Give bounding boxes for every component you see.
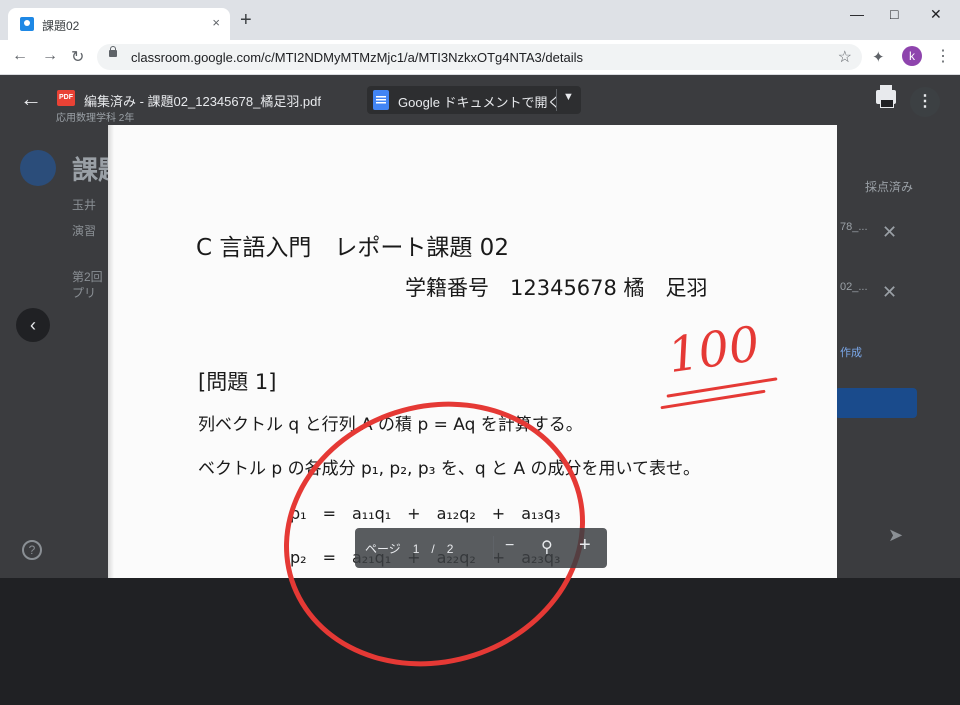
assignment-description-2: プリ: [72, 286, 97, 300]
reload-icon[interactable]: ↻: [71, 47, 84, 67]
tab-title: 課題02: [42, 19, 80, 33]
back-icon[interactable]: ←: [12, 47, 28, 65]
browser-menu-icon[interactable]: ⋮: [935, 46, 951, 66]
zoom-icon[interactable]: ⚲: [541, 537, 553, 557]
submit-button-dimmed: [835, 388, 917, 418]
page-indicator: ページ 1 / 2: [365, 542, 454, 556]
help-icon[interactable]: ?: [22, 540, 42, 560]
browser-toolbar: ← → ↻ classroom.google.com/c/MTI2NDMyMTM…: [0, 40, 960, 75]
attachment-name-2: 02_...: [840, 281, 868, 293]
previous-file-button[interactable]: ‹: [16, 308, 50, 342]
divider: [493, 536, 494, 560]
zoom-out-button[interactable]: −: [505, 537, 514, 555]
divider: [556, 89, 557, 111]
google-docs-icon: [373, 90, 389, 110]
extensions-puzzle-icon[interactable]: ✦: [872, 48, 885, 66]
chevron-down-icon[interactable]: ▼: [563, 91, 574, 103]
lock-icon: [109, 46, 117, 57]
open-with-label: Google ドキュメントで開く: [398, 95, 561, 110]
close-tab-icon[interactable]: ×: [212, 15, 220, 30]
file-name: 編集済み - 課題02_12345678_橘足羽.pdf: [84, 94, 321, 109]
zoom-in-button[interactable]: +: [579, 534, 591, 557]
doc-problem-heading: [問題 1]: [198, 370, 277, 394]
more-options-icon[interactable]: ⋮: [910, 87, 940, 117]
remove-attachment-icon: ✕: [882, 222, 898, 242]
page-controls: ページ 1 / 2 − ⚲ +: [355, 528, 607, 568]
maximize-window-icon[interactable]: □: [890, 6, 898, 22]
print-icon[interactable]: [876, 85, 896, 108]
url-text: classroom.google.com/c/MTI2NDMyMTMzMjc1/…: [131, 50, 583, 65]
pdf-file-icon: PDF: [57, 90, 75, 106]
new-tab-button[interactable]: +: [240, 10, 252, 30]
doc-student-id: 学籍番号 12345678 橘 足羽: [405, 276, 708, 300]
page-edge: [108, 125, 114, 578]
close-viewer-back-icon[interactable]: ←: [20, 86, 42, 112]
assignment-icon: [20, 150, 56, 186]
assignment-subtitle: 演習: [72, 224, 97, 238]
browser-tab[interactable]: 課題02 ×: [8, 8, 230, 40]
browser-tab-strip: 課題02 × + — □ ✕: [0, 0, 960, 40]
attachment-name-1: 78_...: [840, 221, 868, 233]
assignment-description: 第2回: [72, 270, 103, 284]
remove-attachment-icon-2: ✕: [882, 282, 898, 302]
file-class-label: 応用数理学科 2年: [56, 113, 135, 124]
open-with-docs-button[interactable]: Google ドキュメントで開く ▼: [367, 86, 581, 114]
minimize-window-icon[interactable]: —: [850, 6, 864, 22]
address-bar[interactable]: classroom.google.com/c/MTI2NDMyMTMzMjc1/…: [97, 44, 862, 70]
doc-title: C 言語入門 レポート課題 02: [196, 235, 509, 261]
close-window-icon[interactable]: ✕: [930, 6, 942, 23]
teacher-name: 玉井: [72, 198, 97, 212]
classroom-favicon-icon: [20, 17, 34, 31]
forward-icon[interactable]: →: [42, 47, 58, 65]
profile-avatar[interactable]: k: [902, 46, 922, 66]
bookmark-star-icon[interactable]: ☆: [838, 47, 852, 67]
create-link: 作成: [840, 347, 862, 359]
send-icon: ➤: [888, 525, 904, 545]
graded-status: 採点済み: [865, 180, 914, 194]
